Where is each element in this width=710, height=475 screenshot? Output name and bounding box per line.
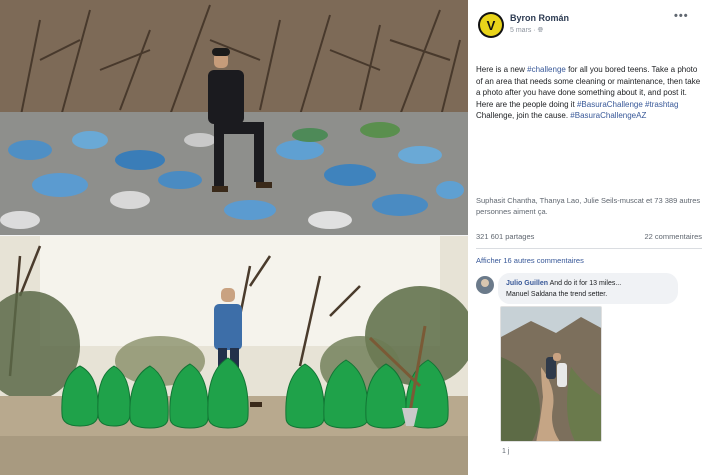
author-avatar[interactable]: V (478, 12, 504, 38)
shares-count[interactable]: 321 601 partages (476, 232, 534, 241)
comments-count[interactable]: 22 commentaires (644, 232, 702, 241)
comment-text-2: Manuel Saldana the trend setter. (506, 291, 608, 298)
facebook-post: V Byron Román 5 mars · 🌐︎ ••• Here is a … (468, 0, 710, 475)
comment-image[interactable] (500, 306, 602, 442)
comment-time: 1 j (502, 448, 510, 455)
hashtag-link[interactable]: #trashtag (645, 100, 678, 109)
more-icon[interactable]: ••• (674, 10, 689, 22)
comment-bubble: Julio Guillen And do it for 13 miles... … (498, 273, 678, 304)
globe-icon: 🌐︎ (537, 27, 544, 34)
post-meta: 5 mars · 🌐︎ (510, 27, 544, 34)
hashtag-link[interactable]: #BasuraChallenge (577, 100, 643, 109)
after-photo[interactable] (0, 236, 468, 475)
before-photo[interactable] (0, 0, 468, 235)
post-text: Here is a new #challenge for all you bor… (476, 65, 701, 120)
commenter-avatar[interactable] (476, 276, 494, 294)
see-more-comments-link[interactable]: Afficher 16 autres commentaires (476, 256, 584, 265)
hashtag-link[interactable]: #BasuraChallengeAZ (570, 111, 646, 120)
divider (476, 248, 702, 249)
author-name[interactable]: Byron Román (510, 13, 569, 23)
post-photo[interactable] (0, 0, 468, 475)
commenter-name[interactable]: Julio Guillen (506, 280, 548, 287)
post-timestamp[interactable]: 5 mars (510, 27, 531, 34)
comment-text: And do it for 13 miles... (549, 280, 622, 287)
hashtag-link[interactable]: #challenge (527, 65, 566, 74)
likes-summary[interactable]: Suphasit Chantha, Thanya Lao, Julie Seil… (476, 196, 702, 217)
avatar-logo-icon: V (480, 14, 502, 36)
